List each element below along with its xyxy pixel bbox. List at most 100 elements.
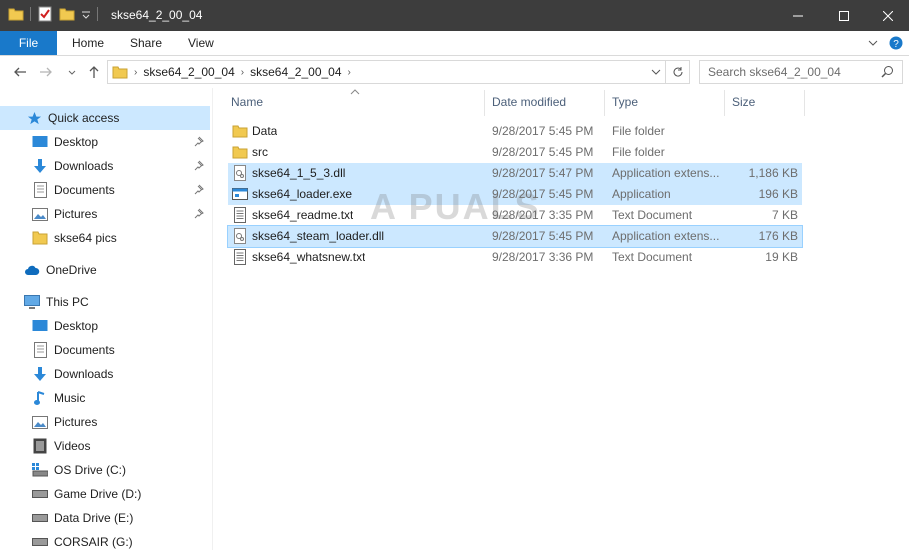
pin-icon[interactable] bbox=[193, 160, 204, 171]
address-dropdown-icon[interactable] bbox=[651, 67, 661, 77]
close-button[interactable] bbox=[865, 0, 909, 31]
sidebar-item-label: Pictures bbox=[54, 207, 98, 221]
file-size: 19 KB bbox=[765, 250, 798, 264]
sidebar-item-documents[interactable]: Documents bbox=[0, 178, 210, 202]
column-header-size[interactable]: Size bbox=[732, 88, 755, 116]
tab-file[interactable]: File bbox=[0, 31, 57, 55]
file-name: skse64_loader.exe bbox=[252, 187, 353, 201]
sidebar-item-pc-documents[interactable]: Documents bbox=[0, 338, 210, 362]
breadcrumb-item[interactable]: skse64_2_00_04 bbox=[250, 65, 341, 79]
back-button[interactable] bbox=[12, 64, 28, 80]
sidebar-item-os-drive[interactable]: OS Drive (C:) bbox=[0, 458, 210, 482]
sidebar-item-desktop[interactable]: Desktop bbox=[0, 130, 210, 154]
file-name: src bbox=[252, 145, 268, 159]
videos-icon bbox=[32, 438, 48, 454]
address-bar[interactable]: › skse64_2_00_04 › skse64_2_00_04 › bbox=[107, 60, 690, 84]
tab-view[interactable]: View bbox=[176, 31, 226, 55]
back-arrow-icon bbox=[14, 67, 26, 77]
tab-home[interactable]: Home bbox=[60, 31, 116, 55]
pin-icon[interactable] bbox=[193, 136, 204, 147]
column-header-type[interactable]: Type bbox=[612, 88, 638, 116]
properties-icon[interactable] bbox=[37, 6, 53, 22]
customize-toolbar-icon[interactable] bbox=[81, 9, 91, 19]
pin-icon[interactable] bbox=[193, 184, 204, 195]
sidebar-item-pc-pictures[interactable]: Pictures bbox=[0, 410, 210, 434]
forward-button[interactable] bbox=[38, 64, 54, 80]
sidebar-item-game-drive[interactable]: Game Drive (D:) bbox=[0, 482, 210, 506]
tab-share[interactable]: Share bbox=[118, 31, 174, 55]
txt-icon bbox=[234, 207, 246, 223]
file-size: 196 KB bbox=[758, 187, 798, 201]
sidebar-item-label: Videos bbox=[54, 439, 91, 453]
minimize-icon bbox=[793, 15, 803, 16]
table-row[interactable]: skse64_whatsnew.txt 9/28/2017 3:36 PM Te… bbox=[228, 247, 802, 268]
folder-icon bbox=[232, 125, 248, 138]
sidebar-item-quick-access[interactable]: Quick access bbox=[0, 106, 210, 130]
sidebar-item-pc-desktop[interactable]: Desktop bbox=[0, 314, 210, 338]
pin-icon[interactable] bbox=[193, 208, 204, 219]
refresh-button[interactable] bbox=[665, 61, 689, 83]
sidebar-item-pc-downloads[interactable]: Downloads bbox=[0, 362, 210, 386]
sidebar-item-skse64-pics[interactable]: skse64 pics bbox=[0, 226, 210, 250]
ribbon: File Home Share View ? bbox=[0, 31, 909, 56]
file-size bbox=[732, 124, 798, 140]
help-icon[interactable]: ? bbox=[889, 36, 903, 50]
breadcrumb-separator[interactable]: › bbox=[134, 67, 137, 78]
sidebar-item-pictures[interactable]: Pictures bbox=[0, 202, 210, 226]
table-row[interactable]: skse64_1_5_3.dll 9/28/2017 5:47 PM Appli… bbox=[228, 163, 802, 184]
breadcrumb-separator[interactable]: › bbox=[241, 67, 244, 78]
folder-icon[interactable] bbox=[8, 6, 24, 22]
search-icon[interactable] bbox=[881, 65, 894, 78]
sidebar-item-onedrive[interactable]: OneDrive bbox=[0, 258, 210, 282]
sidebar-item-label: Game Drive (D:) bbox=[54, 487, 142, 501]
search-input[interactable] bbox=[708, 64, 873, 80]
sidebar-item-label: OneDrive bbox=[46, 263, 97, 277]
downloads-icon bbox=[32, 158, 48, 174]
file-type: Application extens... bbox=[612, 229, 720, 243]
sidebar-item-this-pc[interactable]: This PC bbox=[0, 290, 210, 314]
sidebar-item-corsair[interactable]: CORSAIR (G:) bbox=[0, 530, 210, 554]
up-arrow-icon bbox=[89, 66, 99, 78]
search-box[interactable] bbox=[699, 60, 903, 84]
downloads-icon bbox=[32, 366, 48, 382]
expand-ribbon-icon[interactable] bbox=[867, 37, 879, 49]
chevron-down-icon bbox=[68, 70, 76, 75]
table-row[interactable]: src 9/28/2017 5:45 PM File folder bbox=[228, 142, 802, 163]
file-type: File folder bbox=[612, 124, 665, 138]
navigation-pane: Quick access Desktop Downloads Documents… bbox=[0, 88, 213, 550]
column-divider[interactable] bbox=[804, 90, 805, 116]
table-row[interactable]: Data 9/28/2017 5:45 PM File folder bbox=[228, 121, 802, 142]
minimize-button[interactable] bbox=[775, 0, 821, 31]
watermark: A PUALS bbox=[370, 186, 541, 227]
breadcrumb-item[interactable]: skse64_2_00_04 bbox=[143, 65, 234, 79]
column-header-name[interactable]: Name bbox=[231, 88, 263, 116]
sidebar-item-videos[interactable]: Videos bbox=[0, 434, 210, 458]
file-date: 9/28/2017 3:36 PM bbox=[492, 250, 594, 264]
column-divider[interactable] bbox=[724, 90, 725, 116]
recent-locations-button[interactable] bbox=[64, 64, 80, 80]
file-size: 176 KB bbox=[758, 229, 798, 243]
file-name: Data bbox=[252, 124, 278, 138]
new-folder-icon[interactable] bbox=[59, 6, 75, 22]
breadcrumb-separator[interactable]: › bbox=[348, 67, 351, 78]
svg-text:?: ? bbox=[893, 39, 899, 50]
file-type: Text Document bbox=[612, 250, 693, 264]
file-size bbox=[732, 145, 798, 161]
maximize-button[interactable] bbox=[821, 0, 867, 31]
file-date: 9/28/2017 5:45 PM bbox=[492, 229, 594, 243]
column-divider[interactable] bbox=[484, 90, 485, 116]
file-name: skse64_whatsnew.txt bbox=[252, 250, 366, 264]
sidebar-item-label: Music bbox=[54, 391, 86, 405]
sidebar-item-music[interactable]: Music bbox=[0, 386, 210, 410]
file-type: Application extens... bbox=[612, 166, 720, 180]
column-header-date[interactable]: Date modified bbox=[492, 88, 566, 116]
file-name: skse64_readme.txt bbox=[252, 208, 354, 222]
sidebar-item-label: Downloads bbox=[54, 159, 114, 173]
up-button[interactable] bbox=[86, 64, 102, 80]
table-row[interactable]: skse64_steam_loader.dll 9/28/2017 5:45 P… bbox=[227, 225, 803, 248]
sidebar-item-label: Quick access bbox=[48, 111, 120, 125]
sidebar-item-downloads[interactable]: Downloads bbox=[0, 154, 210, 178]
sidebar-item-data-drive[interactable]: Data Drive (E:) bbox=[0, 506, 210, 530]
documents-icon bbox=[32, 182, 48, 198]
column-divider[interactable] bbox=[604, 90, 605, 116]
